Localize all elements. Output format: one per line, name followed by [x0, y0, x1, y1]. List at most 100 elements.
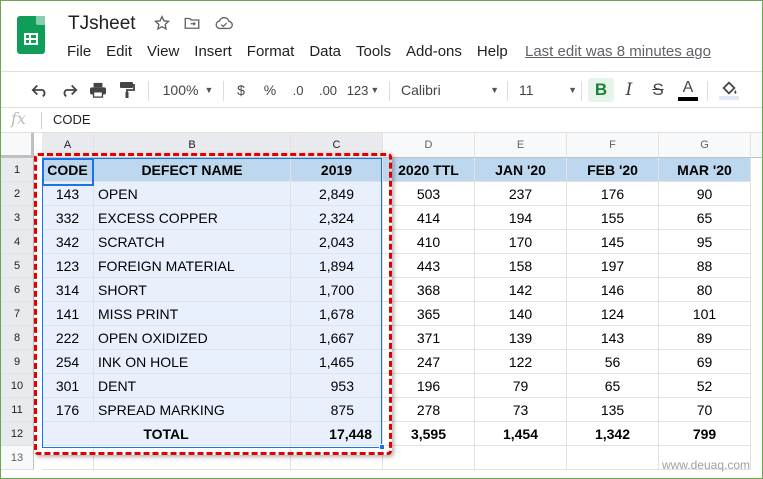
table-cell[interactable]: 194	[475, 206, 567, 230]
row-header-13[interactable]: 13	[1, 446, 34, 470]
header-cell[interactable]: FEB '20	[567, 158, 659, 182]
increase-decimal-button[interactable]: .00	[315, 78, 341, 102]
column-header-c[interactable]: C	[291, 133, 383, 158]
table-cell[interactable]: 139	[475, 326, 567, 350]
table-cell[interactable]: OPEN OXIDIZED	[94, 326, 291, 350]
spreadsheet-grid[interactable]: A B C D E F G 1 2 3 4 5 6 7 8 9 10 11 12 13 CODE DEFECT NAME 2…	[1, 133, 762, 478]
fill-handle[interactable]	[379, 444, 385, 450]
undo-icon[interactable]	[29, 78, 51, 102]
row-header-11[interactable]: 11	[1, 398, 34, 422]
percent-button[interactable]: %	[262, 78, 278, 102]
table-cell[interactable]: 140	[475, 302, 567, 326]
menu-help[interactable]: Help	[477, 43, 508, 60]
header-cell[interactable]: CODE	[42, 158, 94, 182]
table-cell[interactable]: 142	[475, 278, 567, 302]
table-cell[interactable]: SPREAD MARKING	[94, 398, 291, 422]
table-cell[interactable]: 65	[567, 374, 659, 398]
total-cell[interactable]: 1,454	[475, 422, 567, 446]
table-cell[interactable]: 124	[567, 302, 659, 326]
bold-button[interactable]: B	[588, 78, 614, 102]
table-cell[interactable]: 176	[567, 182, 659, 206]
menu-data[interactable]: Data	[309, 43, 341, 60]
table-cell[interactable]: 1,667	[291, 326, 383, 350]
table-cell[interactable]: 56	[567, 350, 659, 374]
table-cell[interactable]: 170	[475, 230, 567, 254]
row-header-5[interactable]: 5	[1, 254, 34, 278]
font-size-select[interactable]: 11 ▼	[519, 78, 577, 102]
header-cell[interactable]: MAR '20	[659, 158, 751, 182]
table-cell[interactable]: 1,700	[291, 278, 383, 302]
table-cell[interactable]: 145	[567, 230, 659, 254]
empty-cell[interactable]	[94, 446, 291, 470]
empty-cell[interactable]	[42, 446, 94, 470]
table-cell[interactable]: 155	[567, 206, 659, 230]
formula-input[interactable]: CODE	[53, 112, 91, 127]
table-cell[interactable]: 90	[659, 182, 751, 206]
fill-color-icon[interactable]	[717, 78, 741, 102]
table-cell[interactable]: 503	[383, 182, 475, 206]
table-cell[interactable]: 410	[383, 230, 475, 254]
table-cell[interactable]: 414	[383, 206, 475, 230]
table-cell[interactable]: 875	[291, 398, 383, 422]
text-color-button[interactable]: A	[677, 78, 699, 102]
table-cell[interactable]: 1,465	[291, 350, 383, 374]
table-cell[interactable]: SHORT	[94, 278, 291, 302]
table-cell[interactable]: 953	[291, 374, 383, 398]
sheets-logo-icon[interactable]	[17, 16, 45, 54]
table-cell[interactable]: 2,324	[291, 206, 383, 230]
menu-file[interactable]: File	[67, 43, 91, 60]
table-cell[interactable]: 2,849	[291, 182, 383, 206]
table-cell[interactable]: 52	[659, 374, 751, 398]
table-cell[interactable]: 79	[475, 374, 567, 398]
strikethrough-button[interactable]: S	[649, 78, 667, 102]
row-header-2[interactable]: 2	[1, 182, 34, 206]
table-cell[interactable]: 141	[42, 302, 94, 326]
table-cell[interactable]: 197	[567, 254, 659, 278]
table-cell[interactable]: INK ON HOLE	[94, 350, 291, 374]
table-cell[interactable]: 135	[567, 398, 659, 422]
empty-cell[interactable]	[475, 446, 567, 470]
row-header-3[interactable]: 3	[1, 206, 34, 230]
table-cell[interactable]: 143	[42, 182, 94, 206]
table-cell[interactable]: 70	[659, 398, 751, 422]
table-cell[interactable]: OPEN	[94, 182, 291, 206]
select-all-corner[interactable]	[1, 133, 34, 158]
row-header-8[interactable]: 8	[1, 326, 34, 350]
total-cell[interactable]: 17,448	[291, 422, 383, 446]
table-cell[interactable]: 69	[659, 350, 751, 374]
total-label-cell[interactable]: TOTAL	[42, 422, 291, 446]
column-header-a[interactable]: A	[42, 133, 94, 158]
empty-cell[interactable]	[567, 446, 659, 470]
more-formats-button[interactable]: 123 ▼	[345, 78, 381, 102]
total-cell[interactable]: 1,342	[567, 422, 659, 446]
header-cell[interactable]: DEFECT NAME	[94, 158, 291, 182]
table-cell[interactable]: 88	[659, 254, 751, 278]
decrease-decimal-button[interactable]: .0	[287, 78, 309, 102]
table-cell[interactable]: 314	[42, 278, 94, 302]
table-cell[interactable]: 443	[383, 254, 475, 278]
header-cell[interactable]: 2019	[291, 158, 383, 182]
table-cell[interactable]: 1,894	[291, 254, 383, 278]
menu-add-ons[interactable]: Add-ons	[406, 43, 462, 60]
row-header-12[interactable]: 12	[1, 422, 34, 446]
table-cell[interactable]: 2,043	[291, 230, 383, 254]
empty-cell[interactable]	[383, 446, 475, 470]
column-header-e[interactable]: E	[475, 133, 567, 158]
table-cell[interactable]: 368	[383, 278, 475, 302]
table-cell[interactable]: EXCESS COPPER	[94, 206, 291, 230]
table-cell[interactable]: MISS PRINT	[94, 302, 291, 326]
table-cell[interactable]: 301	[42, 374, 94, 398]
table-cell[interactable]: 176	[42, 398, 94, 422]
menu-view[interactable]: View	[147, 43, 179, 60]
cloud-saved-icon[interactable]	[214, 13, 234, 33]
total-cell[interactable]: 3,595	[383, 422, 475, 446]
column-header-b[interactable]: B	[94, 133, 291, 158]
row-header-9[interactable]: 9	[1, 350, 34, 374]
table-cell[interactable]: 1,678	[291, 302, 383, 326]
table-cell[interactable]: 65	[659, 206, 751, 230]
table-cell[interactable]: 196	[383, 374, 475, 398]
zoom-select[interactable]: 100% ▼	[159, 78, 217, 102]
last-edit-link[interactable]: Last edit was 8 minutes ago	[525, 43, 711, 60]
table-cell[interactable]: 342	[42, 230, 94, 254]
table-cell[interactable]: 222	[42, 326, 94, 350]
